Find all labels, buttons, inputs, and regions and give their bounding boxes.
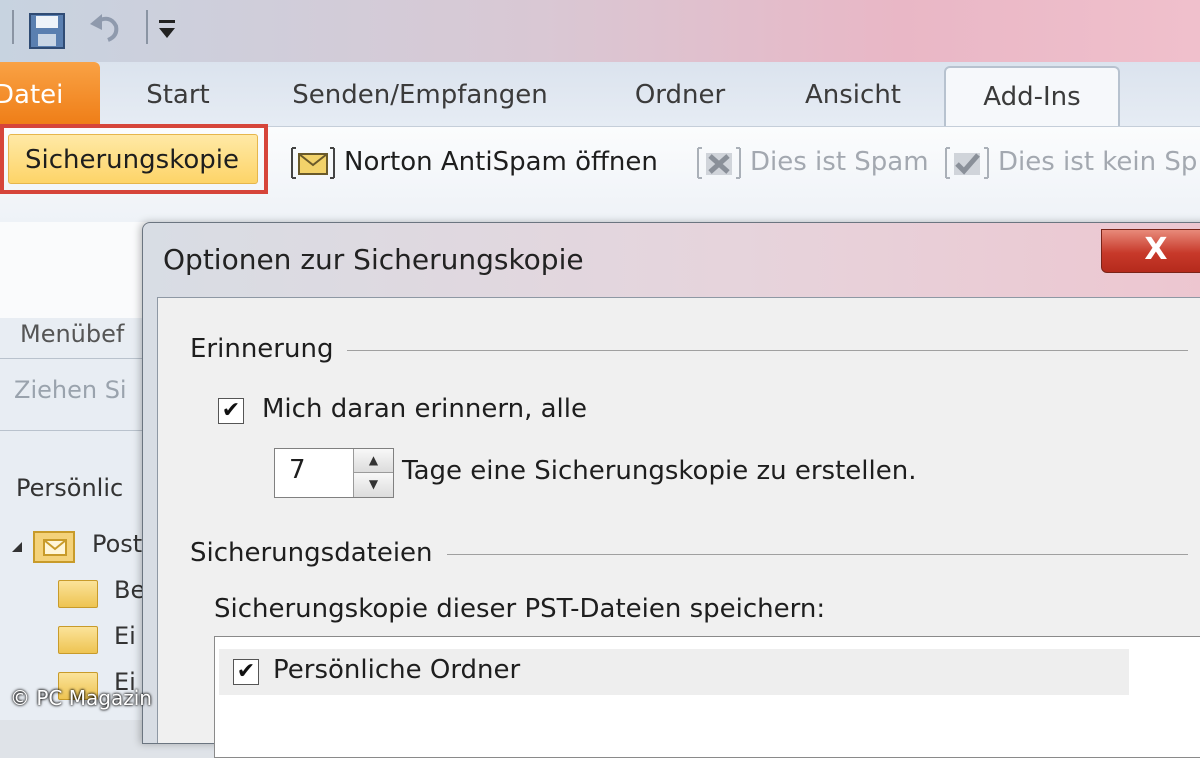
nav-divider bbox=[0, 430, 150, 431]
tab-ordner[interactable]: Ordner bbox=[610, 62, 750, 126]
tab-senden-empfangen[interactable]: Senden/Empfangen bbox=[270, 62, 570, 126]
pst-file-list: ✔ Persönliche Ordner bbox=[214, 636, 1200, 758]
norton-open-button[interactable]: Norton AntiSpam öffnen bbox=[290, 140, 690, 184]
pst-prompt-label: Sicherungskopie dieser PST-Dateien speic… bbox=[214, 594, 826, 624]
is-spam-label: Dies ist Spam bbox=[750, 147, 929, 177]
inbox-folder-icon bbox=[33, 531, 75, 563]
folder-item-label[interactable]: Be bbox=[114, 576, 145, 604]
tab-ansicht[interactable]: Ansicht bbox=[780, 62, 926, 126]
remind-checkbox[interactable]: ✔ bbox=[218, 398, 244, 424]
watermark: © PC Magazin bbox=[10, 686, 152, 710]
backup-button[interactable]: Sicherungskopie bbox=[8, 134, 258, 184]
days-suffix-label: Tage eine Sicherungskopie zu erstellen. bbox=[402, 456, 917, 486]
is-spam-button[interactable]: Dies ist Spam bbox=[696, 140, 936, 184]
days-value[interactable]: 7 bbox=[289, 455, 306, 485]
norton-mail-icon bbox=[291, 147, 335, 179]
personal-folders-label[interactable]: Persönlic bbox=[16, 474, 145, 502]
group-divider bbox=[318, 350, 1188, 351]
reminder-group-label: Erinnerung bbox=[190, 334, 348, 364]
backup-files-group-label: Sicherungsdateien bbox=[190, 538, 447, 568]
tab-add-ins[interactable]: Add-Ins bbox=[944, 66, 1120, 130]
toolbar-separator bbox=[12, 10, 14, 44]
pst-file-checkbox[interactable]: ✔ bbox=[233, 659, 259, 685]
quick-access-toolbar bbox=[0, 0, 1200, 62]
group-divider bbox=[418, 554, 1188, 555]
remind-checkbox-label: Mich daran erinnern, alle bbox=[262, 394, 587, 424]
dialog-body: Erinnerung ✔ Mich daran erinnern, alle 7… bbox=[157, 297, 1200, 758]
customize-arrow-icon[interactable] bbox=[156, 18, 178, 44]
not-spam-label: Dies ist kein Sp bbox=[998, 147, 1198, 177]
folder-item-label[interactable]: Ei bbox=[114, 622, 145, 650]
days-spinner[interactable]: 7 ▲ ▼ bbox=[274, 448, 394, 498]
close-button[interactable]: X bbox=[1101, 229, 1200, 273]
tab-datei[interactable]: Datei bbox=[0, 62, 100, 126]
inbox-label[interactable]: Post bbox=[92, 530, 145, 558]
tab-start[interactable]: Start bbox=[120, 62, 236, 126]
backup-options-dialog: Optionen zur Sicherungskopie X Erinnerun… bbox=[142, 222, 1200, 758]
toolbar-separator bbox=[146, 10, 148, 44]
not-spam-check-icon bbox=[945, 147, 989, 179]
save-icon[interactable] bbox=[26, 8, 70, 52]
pst-file-label: Persönliche Ordner bbox=[273, 655, 521, 685]
dialog-title: Optionen zur Sicherungskopie bbox=[163, 243, 584, 276]
folder-icon bbox=[58, 626, 98, 654]
backup-button-highlight: Sicherungskopie bbox=[0, 124, 268, 194]
menu-commands-label: Menübef bbox=[20, 320, 125, 348]
list-item[interactable]: ✔ Persönliche Ordner bbox=[219, 649, 1129, 695]
nav-divider bbox=[0, 358, 150, 359]
spin-down-arrow-icon[interactable]: ▼ bbox=[353, 473, 393, 497]
drag-hint-label: Ziehen Si bbox=[14, 376, 127, 404]
undo-icon[interactable] bbox=[86, 8, 126, 48]
expand-triangle-icon[interactable] bbox=[10, 540, 24, 554]
ribbon-tabs: Datei Start Senden/Empfangen Ordner Ansi… bbox=[0, 62, 1200, 130]
navigation-pane-header bbox=[0, 222, 150, 318]
not-spam-button[interactable]: Dies ist kein Sp bbox=[944, 140, 1200, 184]
spam-icon bbox=[697, 147, 741, 179]
spin-up-arrow-icon[interactable]: ▲ bbox=[353, 449, 393, 473]
norton-open-label: Norton AntiSpam öffnen bbox=[344, 147, 658, 177]
folder-icon bbox=[58, 580, 98, 608]
